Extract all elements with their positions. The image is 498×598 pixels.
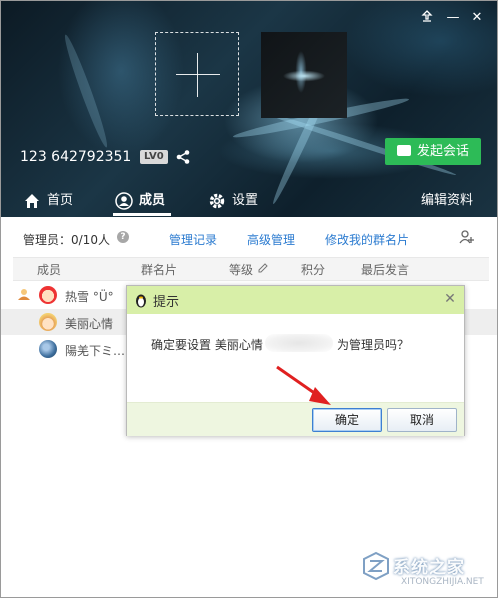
- tab-bar: 首页 成员 设置 编辑资料: [1, 185, 497, 217]
- advanced-admin-link[interactable]: 高级管理: [247, 231, 295, 248]
- edit-profile-link[interactable]: 编辑资料: [421, 185, 481, 217]
- edit-card-link[interactable]: 修改我的群名片: [325, 231, 409, 248]
- avatar: [39, 340, 57, 358]
- group-banner: — ✕ 123 642792351 LV0 发起会话 首页 成员 设置 编辑资料: [1, 1, 497, 217]
- red-arrow-annotation: [276, 365, 331, 405]
- group-window: — ✕ 123 642792351 LV0 发起会话 首页 成员 设置 编辑资料…: [0, 0, 498, 598]
- column-level[interactable]: 等级: [229, 261, 253, 278]
- tab-settings-label: 设置: [232, 193, 259, 208]
- blurred-member-id: [265, 334, 333, 352]
- home-icon: [23, 191, 41, 209]
- dialog-title: 提示: [153, 295, 180, 310]
- watermark-text: 系统之家: [393, 558, 465, 578]
- admin-toolbar: 管理员：0/10人 ? 管理记录 高级管理 修改我的群名片: [1, 217, 497, 257]
- tab-home[interactable]: 首页: [23, 185, 83, 217]
- pencil-icon[interactable]: [257, 262, 269, 277]
- dialog-title-bar: 提示 ✕: [127, 286, 464, 314]
- owner-icon: [17, 287, 31, 304]
- confirm-button[interactable]: 确定: [312, 408, 382, 432]
- avatar: [39, 313, 57, 331]
- tab-home-label: 首页: [47, 193, 74, 208]
- column-last-message[interactable]: 最后发言: [361, 261, 409, 278]
- help-icon[interactable]: ?: [117, 231, 129, 243]
- minimize-button[interactable]: —: [443, 9, 463, 27]
- watermark-logo-icon: [361, 551, 391, 581]
- admin-count: 管理员：0/10人: [23, 233, 110, 247]
- member-name: 陽羌下ミ…: [65, 344, 126, 358]
- pin-icon[interactable]: [417, 9, 437, 27]
- avatar: [39, 286, 57, 304]
- level-badge: LV0: [140, 150, 168, 164]
- column-points[interactable]: 积分: [301, 261, 325, 278]
- dialog-close-button[interactable]: ✕: [441, 289, 459, 309]
- group-number: 123 642792351: [20, 149, 132, 165]
- close-button[interactable]: ✕: [467, 9, 487, 27]
- active-tab-indicator: [113, 213, 171, 216]
- watermark-url: XITONGZHIJIA.NET: [401, 577, 484, 587]
- add-member-icon[interactable]: [459, 229, 475, 245]
- member-name: 热雪 °Ü°: [65, 290, 114, 304]
- member-table-header: 成员 群名片 等级 积分 最后发言: [13, 257, 489, 281]
- dialog-message-suffix: 为管理员吗？: [337, 338, 410, 352]
- gear-icon: [208, 191, 226, 209]
- watermark: 系统之家 XITONGZHIJIA.NET: [357, 549, 493, 593]
- qq-penguin-icon: [135, 292, 147, 308]
- dialog-message: 确定要设置 美丽心情: [151, 338, 263, 352]
- start-chat-button[interactable]: 发起会话: [385, 138, 481, 165]
- member-name: 美丽心情: [65, 317, 114, 331]
- tab-settings[interactable]: 设置: [208, 185, 268, 217]
- cancel-button[interactable]: 取消: [387, 408, 457, 432]
- group-avatar[interactable]: [261, 32, 347, 118]
- chat-icon: [397, 145, 411, 156]
- upload-avatar-button[interactable]: [155, 32, 239, 116]
- member-icon: [115, 191, 133, 210]
- banner-decoration: [60, 32, 112, 150]
- edit-profile-label: 编辑资料: [421, 193, 474, 208]
- start-chat-label: 发起会话: [417, 144, 470, 159]
- column-card[interactable]: 群名片: [141, 261, 177, 278]
- column-member[interactable]: 成员: [37, 261, 61, 278]
- admin-log-link[interactable]: 管理记录: [169, 231, 217, 248]
- share-icon[interactable]: [175, 149, 191, 165]
